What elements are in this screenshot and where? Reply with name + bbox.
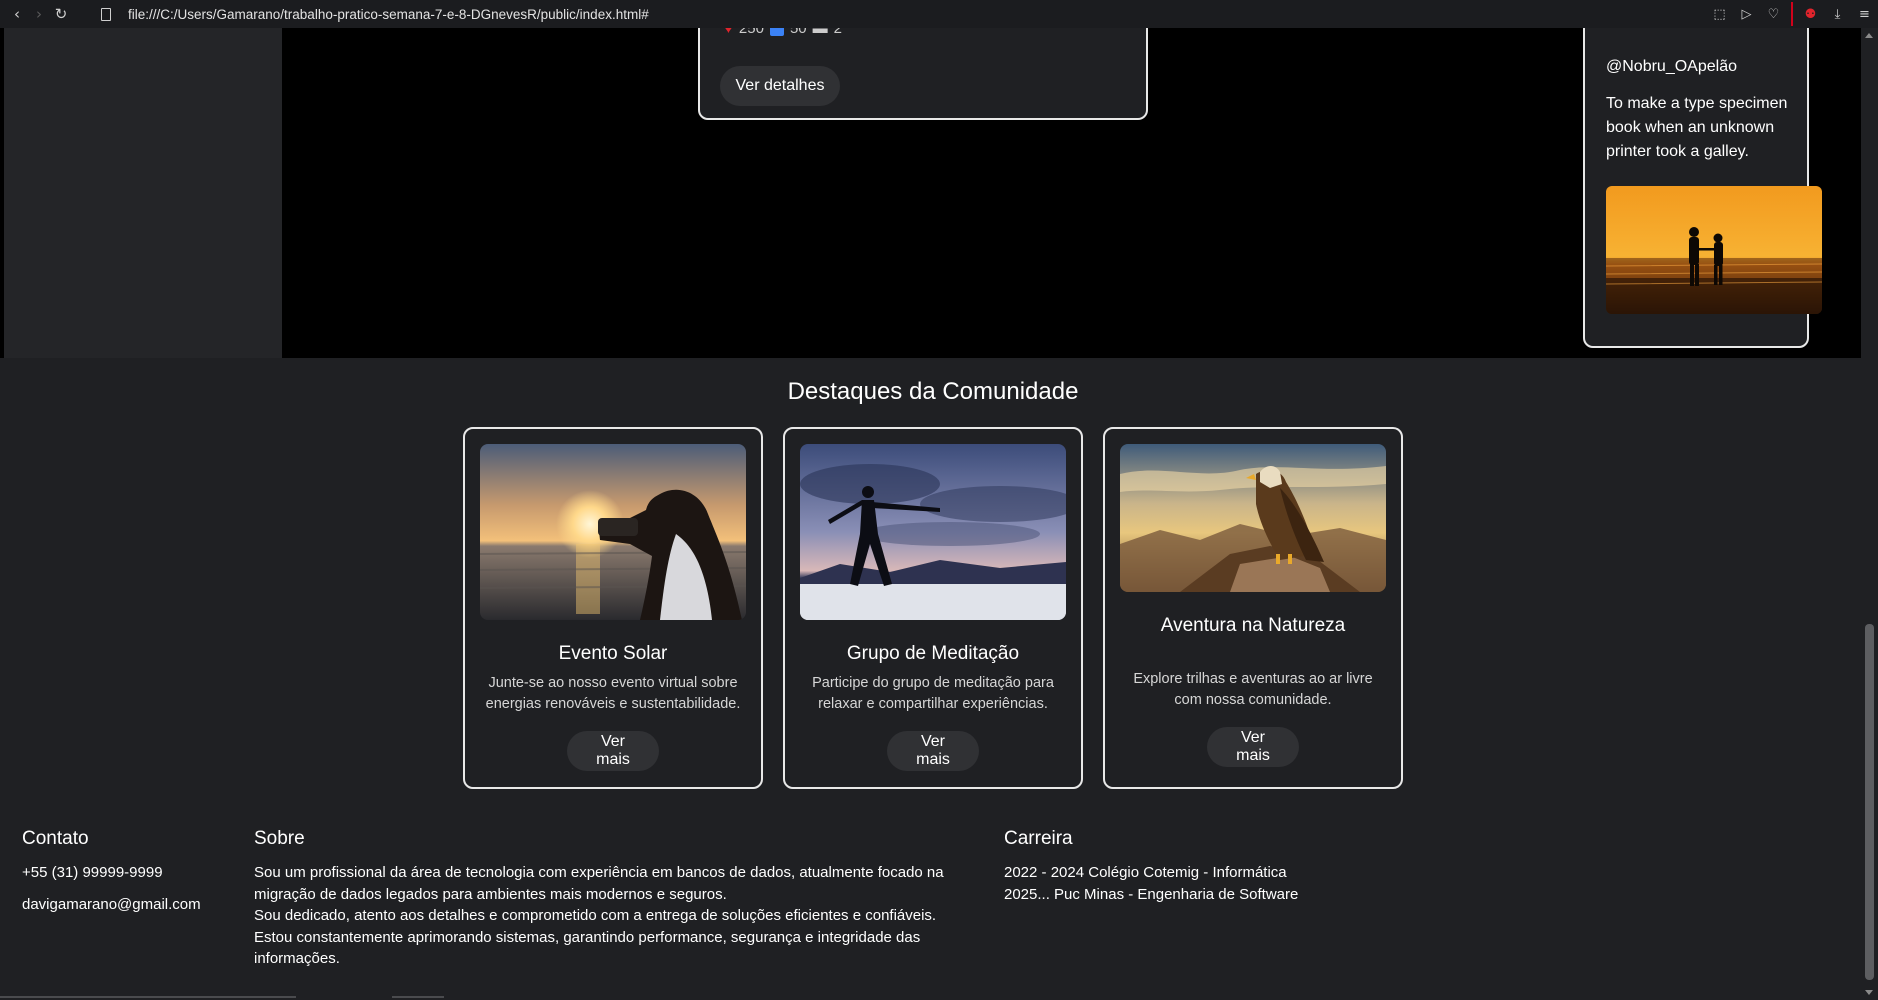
back-arrow-icon[interactable]: ‹ — [6, 0, 28, 28]
profile-card: @Nobru_OApelão To make a type specimen b… — [1583, 28, 1822, 348]
profile-icon[interactable]: ⚉ — [1797, 0, 1824, 28]
left-sidebar — [4, 28, 282, 358]
about-line: Sou um profissional da área de tecnologi… — [254, 864, 944, 881]
highlight-card-meditation: Grupo de Meditação Participe do grupo de… — [783, 427, 1083, 789]
card-text: Participe do grupo de meditação para rel… — [812, 675, 1054, 712]
scroll-down-icon[interactable] — [1865, 990, 1873, 995]
contact-title: Contato — [22, 828, 89, 849]
highlights-title: Destaques da Comunidade — [787, 378, 1079, 405]
footer-contact: Contato +55 (31) 99999-9999 davigamarano… — [22, 828, 201, 925]
career-line: 2022 - 2024 Colégio Cotemig - Informátic… — [1004, 864, 1287, 881]
forward-arrow-icon[interactable]: › — [28, 0, 50, 28]
about-line: Estou constantemente aprimorando sistema… — [254, 928, 921, 946]
comment-icon: ▬ — [812, 28, 828, 37]
contact-phone: +55 (31) 99999-9999 — [22, 864, 163, 881]
comments-count: 2 — [833, 28, 842, 37]
see-more-button-nature[interactable]: Ver mais — [1207, 727, 1299, 767]
card-text: Explore trilhas e aventuras ao ar livre … — [1133, 671, 1373, 708]
contact-email: davigamarano@gmail.com — [22, 895, 201, 913]
post-card: ♥ 250 50 ▬ 2 Ver detalhes — [698, 28, 1148, 120]
address-bar[interactable]: file:///C:/Users/Gamarano/trabalho-prati… — [128, 7, 649, 22]
play-icon[interactable]: ▷ — [1733, 0, 1760, 28]
footer-career: Carreira 2022 - 2024 Colégio Cotemig - I… — [1004, 828, 1298, 905]
page-content: ♥ 250 50 ▬ 2 Ver detalhes @Nobru_OApelão… — [0, 28, 1861, 1000]
eagle-image — [1120, 444, 1386, 592]
career-title: Carreira — [1004, 828, 1073, 849]
card-title: Evento Solar — [558, 643, 668, 664]
card-title: Aventura na Natureza — [1160, 615, 1346, 636]
likes-count: 250 — [738, 28, 764, 37]
shares-count: 50 — [789, 28, 807, 37]
bottom-divider — [0, 996, 296, 998]
footer-about: Sobre Sou um profissional da área de tec… — [254, 828, 974, 970]
highlight-card-nature: Aventura na Natureza Explore trilhas e a… — [1103, 427, 1403, 789]
about-line: Sou dedicado, atento aos detalhes e comp… — [254, 907, 937, 924]
sunset-couple-image — [1606, 186, 1822, 314]
toolbar-divider — [1791, 2, 1793, 26]
about-line: informações. — [254, 950, 340, 967]
meditation-silhouette-image — [800, 444, 1066, 620]
about-line: migração de dados legados para ambientes… — [254, 885, 727, 903]
share-icon — [769, 28, 784, 36]
page-scrollbar[interactable] — [1861, 28, 1878, 1000]
heart-icon[interactable]: ♡ — [1760, 0, 1787, 28]
bottom-divider — [392, 996, 444, 998]
card-title: Grupo de Meditação — [846, 643, 1020, 664]
card-text: Junte-se ao nosso evento virtual sobre e… — [485, 675, 741, 712]
profile-handle: @Nobru_OApelão — [1606, 58, 1737, 75]
download-icon[interactable]: ⤓ — [1824, 0, 1851, 28]
see-more-button-solar[interactable]: Ver mais — [567, 731, 659, 771]
scroll-up-icon[interactable] — [1865, 33, 1873, 38]
page-icon — [98, 0, 114, 28]
menu-icon[interactable]: ≡ — [1851, 0, 1878, 28]
highlight-card-solar: Evento Solar Junte-se ao nosso evento vi… — [463, 427, 763, 789]
see-more-button-meditation[interactable]: Ver mais — [887, 731, 979, 771]
post-stats: ♥ 250 50 ▬ 2 — [724, 28, 842, 37]
photographer-sunset-image — [480, 444, 746, 620]
screenshot-icon[interactable]: ⬚ — [1706, 0, 1733, 28]
profile-description: To make a type specimen book when an unk… — [1606, 95, 1788, 160]
career-line: 2025... Puc Minas - Engenharia de Softwa… — [1004, 885, 1299, 903]
reload-icon[interactable]: ↻ — [50, 0, 72, 28]
about-title: Sobre — [254, 828, 305, 849]
heart-icon: ♥ — [724, 28, 733, 37]
browser-toolbar: ‹ › ↻ file:///C:/Users/Gamarano/trabalho… — [0, 0, 1878, 28]
scroll-thumb[interactable] — [1865, 624, 1874, 980]
details-button[interactable]: Ver detalhes — [720, 66, 840, 106]
